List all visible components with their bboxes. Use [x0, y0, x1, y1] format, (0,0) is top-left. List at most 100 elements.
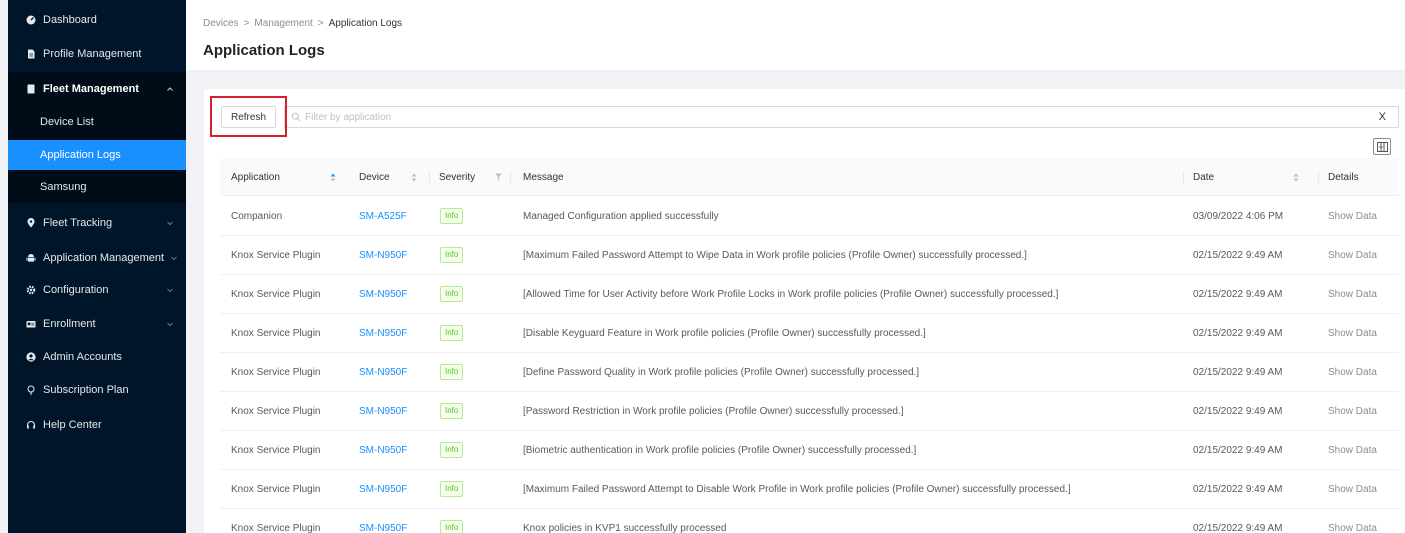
- cell-message: [Disable Keyguard Feature in Work profil…: [523, 327, 926, 339]
- sidebar-item-dashboard[interactable]: Dashboard: [8, 10, 186, 30]
- column-header-date[interactable]: Date: [1183, 158, 1215, 196]
- sidebar-item-label: Profile Management: [43, 48, 142, 60]
- cell-date: 02/15/2022 9:49 AM: [1193, 288, 1283, 300]
- cell-severity: Info: [440, 470, 464, 508]
- sidebar-item-configuration[interactable]: Configuration: [8, 280, 186, 300]
- filter-bar: X: [284, 106, 1399, 128]
- chevron-up-icon: [167, 86, 173, 91]
- severity-tag: Info: [440, 442, 464, 458]
- table-row: Companion SM-A525F Info Managed Configurati…: [220, 197, 1399, 236]
- cell-date: 02/15/2022 9:49 AM: [1193, 405, 1283, 417]
- sidebar-item-fleet-tracking[interactable]: Fleet Tracking: [8, 213, 186, 233]
- cell-message: [Maximum Failed Password Attempt to Wipe…: [523, 249, 1027, 261]
- column-divider: [510, 171, 511, 183]
- filter-application-input[interactable]: [305, 111, 1398, 123]
- cell-severity: Info: [440, 197, 464, 235]
- column-header-message: Message: [510, 158, 564, 196]
- show-data-link[interactable]: Show Data: [1328, 197, 1377, 235]
- sidebar-item-fleet-management[interactable]: Fleet Management: [8, 72, 186, 105]
- sidebar-subitem-device-list[interactable]: Device List: [8, 105, 186, 138]
- sidebar-item-help-center[interactable]: Help Center: [8, 415, 186, 435]
- sort-icon[interactable]: [1293, 173, 1299, 182]
- headset-icon: [26, 420, 36, 430]
- clear-filter-button[interactable]: X: [1379, 111, 1386, 123]
- column-header-application[interactable]: Application: [231, 158, 280, 196]
- cell-application: Companion: [231, 210, 283, 222]
- cell-date: 02/15/2022 9:49 AM: [1193, 327, 1283, 339]
- sidebar-item-label: Application Management: [43, 252, 165, 264]
- highlight-box: [210, 96, 287, 137]
- cell-severity: Info: [440, 275, 464, 313]
- location-icon: [26, 218, 36, 228]
- cell-application: Knox Service Plugin: [231, 366, 321, 378]
- show-data-link[interactable]: Show Data: [1328, 509, 1377, 533]
- device-link[interactable]: SM-N950F: [359, 431, 407, 469]
- android-icon: [26, 253, 36, 263]
- cell-severity: Info: [440, 314, 464, 352]
- sidebar-item-subscription-plan[interactable]: Subscription Plan: [8, 380, 186, 400]
- breadcrumb-separator: >: [317, 18, 324, 29]
- column-header-label: Severity: [439, 171, 476, 183]
- sidebar-item-label: Fleet Tracking: [43, 217, 113, 229]
- filter-icon[interactable]: [495, 173, 502, 181]
- cell-application: Knox Service Plugin: [231, 327, 321, 339]
- table-row: Knox Service Plugin SM-N950F Info [Maximum …: [220, 470, 1399, 509]
- column-header-label: Date: [1193, 171, 1215, 183]
- chevron-down-icon: [167, 288, 173, 293]
- column-header-device[interactable]: Device: [359, 158, 390, 196]
- chevron-down-icon: [167, 322, 173, 327]
- gear-icon: [26, 285, 36, 295]
- bulb-icon: [26, 385, 36, 395]
- breadcrumb-current: Application Logs: [328, 18, 403, 29]
- sort-icon[interactable]: [330, 173, 336, 182]
- cell-message: [Allowed Time for User Activity before W…: [523, 288, 1059, 300]
- sidebar-item-admin-accounts[interactable]: Admin Accounts: [8, 347, 186, 367]
- device-link[interactable]: SM-N950F: [359, 470, 407, 508]
- cell-date: 03/09/2022 4:06 PM: [1193, 210, 1284, 222]
- sidebar-subitem-application-logs[interactable]: Application Logs: [8, 140, 186, 170]
- device-link[interactable]: SM-N950F: [359, 314, 407, 352]
- table-row: Knox Service Plugin SM-N950F Info [Password…: [220, 392, 1399, 431]
- breadcrumb-item[interactable]: Management: [254, 18, 312, 29]
- device-link[interactable]: SM-A525F: [359, 197, 407, 235]
- show-data-link[interactable]: Show Data: [1328, 470, 1377, 508]
- device-link[interactable]: SM-N950F: [359, 353, 407, 391]
- cell-message: Managed Configuration applied successful…: [523, 210, 719, 222]
- sort-icon[interactable]: [411, 173, 417, 182]
- sidebar-item-profile-management[interactable]: Profile Management: [8, 44, 186, 64]
- device-link[interactable]: SM-N950F: [359, 275, 407, 313]
- show-data-link[interactable]: Show Data: [1328, 353, 1377, 391]
- cell-application: Knox Service Plugin: [231, 444, 321, 456]
- show-data-link[interactable]: Show Data: [1328, 236, 1377, 274]
- show-data-link[interactable]: Show Data: [1328, 392, 1377, 430]
- sidebar-subitem-samsung[interactable]: Samsung: [8, 171, 186, 203]
- column-header-details: Details: [1318, 158, 1359, 196]
- device-link[interactable]: SM-N950F: [359, 236, 407, 274]
- sidebar: Dashboard Profile Management Fleet Manag…: [8, 0, 186, 533]
- cell-application: Knox Service Plugin: [231, 249, 321, 261]
- show-data-link[interactable]: Show Data: [1328, 275, 1377, 313]
- sidebar-item-label: Configuration: [43, 284, 109, 296]
- column-settings-button[interactable]: [1373, 138, 1391, 155]
- severity-tag: Info: [440, 325, 464, 341]
- cell-application: Knox Service Plugin: [231, 405, 321, 417]
- cell-date: 02/15/2022 9:49 AM: [1193, 522, 1283, 533]
- submenu-label: Application Logs: [40, 149, 121, 161]
- sidebar-item-label: Admin Accounts: [43, 351, 122, 363]
- breadcrumb-item[interactable]: Devices: [203, 18, 239, 29]
- column-settings-icon: [1376, 141, 1388, 152]
- cell-message: [Biometric authentication in Work profil…: [523, 444, 917, 456]
- device-link[interactable]: SM-N950F: [359, 509, 407, 533]
- dashboard-icon: [26, 15, 36, 25]
- severity-tag: Info: [440, 364, 464, 380]
- sidebar-item-enrollment[interactable]: Enrollment: [8, 314, 186, 334]
- table-row: Knox Service Plugin SM-N950F Info Knox poli…: [220, 509, 1399, 533]
- column-divider: [1318, 171, 1319, 183]
- device-link[interactable]: SM-N950F: [359, 392, 407, 430]
- show-data-link[interactable]: Show Data: [1328, 431, 1377, 469]
- table-row: Knox Service Plugin SM-N950F Info [Biometri…: [220, 431, 1399, 470]
- sidebar-item-label: Enrollment: [43, 318, 96, 330]
- sidebar-item-application-management[interactable]: Application Management: [8, 248, 186, 268]
- show-data-link[interactable]: Show Data: [1328, 314, 1377, 352]
- column-header-severity[interactable]: Severity: [429, 158, 476, 196]
